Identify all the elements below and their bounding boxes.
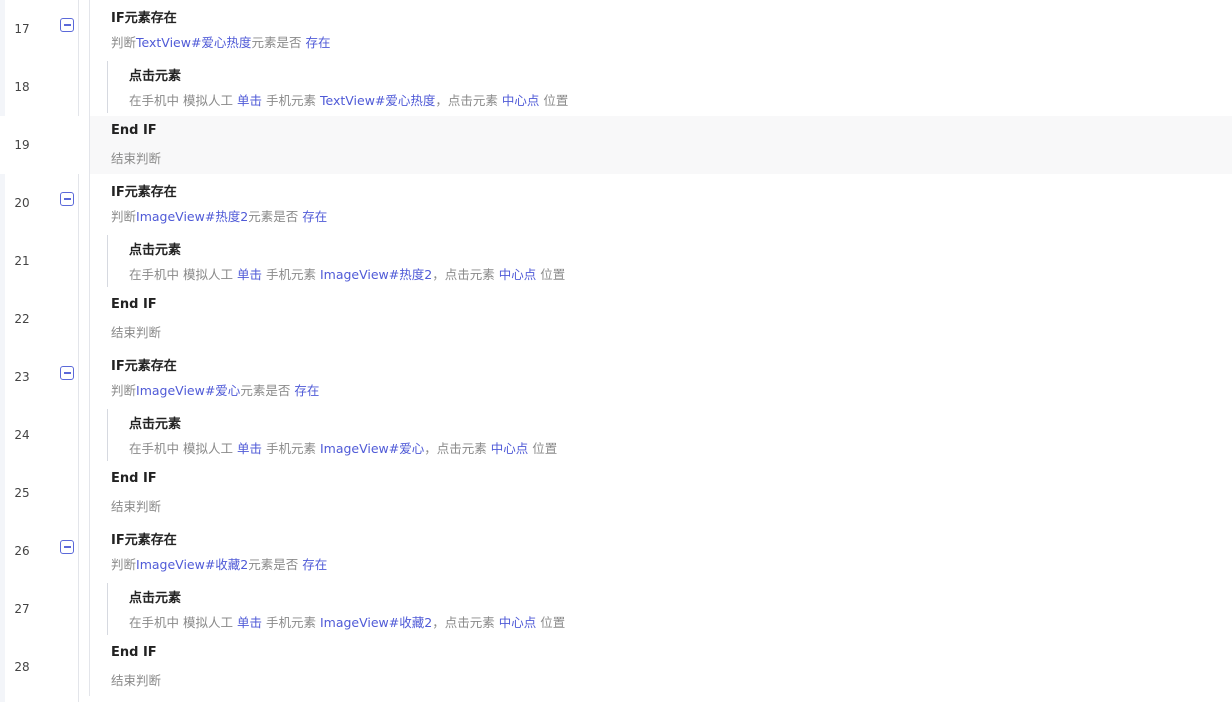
block-guide-line [89, 406, 90, 464]
collapse-toggle-icon[interactable] [60, 366, 74, 380]
step-row-endif[interactable]: 22 End IF 结束判断 [0, 290, 1232, 348]
step-title: IF元素存在 [111, 533, 177, 548]
step-title: End IF [111, 297, 157, 312]
step-row-if[interactable]: 17 IF元素存在 判断TextView#爱心热度元素是否 存在 [0, 0, 1232, 58]
step-row-endif[interactable]: 28 End IF 结束判断 [0, 638, 1232, 696]
step-description: 结束判断 [111, 151, 162, 166]
block-guide-line [89, 290, 90, 348]
step-description: 在手机中 模拟人工 单击 手机元素 ImageView#爱心，点击元素 中心点 … [129, 441, 558, 456]
step-description: 结束判断 [111, 325, 162, 340]
line-number: 22 [14, 312, 30, 326]
block-guide-line [89, 232, 90, 290]
step-title: End IF [111, 471, 157, 486]
step-title: IF元素存在 [111, 11, 177, 26]
step-description: 结束判断 [111, 673, 162, 688]
step-description: 判断ImageView#收藏2元素是否 存在 [111, 557, 328, 572]
step-description: 在手机中 模拟人工 单击 手机元素 ImageView#热度2，点击元素 中心点… [129, 267, 566, 282]
block-guide-line [89, 638, 90, 696]
step-title: 点击元素 [129, 69, 182, 84]
block-guide-line [89, 580, 90, 638]
step-description: 在手机中 模拟人工 单击 手机元素 TextView#爱心热度，点击元素 中心点… [129, 93, 569, 108]
line-number: 25 [14, 486, 30, 500]
step-row-click[interactable]: 27 点击元素 在手机中 模拟人工 单击 手机元素 ImageView#收藏2，… [0, 580, 1232, 638]
step-description: 判断TextView#爱心热度元素是否 存在 [111, 35, 331, 50]
line-number: 19 [14, 138, 30, 152]
step-title: 点击元素 [129, 243, 182, 258]
line-number: 17 [14, 22, 30, 36]
line-number: 27 [14, 602, 30, 616]
step-title: 点击元素 [129, 591, 182, 606]
line-number: 24 [14, 428, 30, 442]
step-description: 判断ImageView#热度2元素是否 存在 [111, 209, 328, 224]
line-number: 21 [14, 254, 30, 268]
step-row-endif[interactable]: 25 End IF 结束判断 [0, 464, 1232, 522]
step-title: End IF [111, 645, 157, 660]
step-title: IF元素存在 [111, 185, 177, 200]
step-row-if[interactable]: 26 IF元素存在 判断ImageView#收藏2元素是否 存在 [0, 522, 1232, 580]
step-title: IF元素存在 [111, 359, 177, 374]
collapse-toggle-icon[interactable] [60, 540, 74, 554]
line-number: 26 [14, 544, 30, 558]
step-title: 点击元素 [129, 417, 182, 432]
indent-guide-line [107, 583, 108, 635]
step-row-click[interactable]: 24 点击元素 在手机中 模拟人工 单击 手机元素 ImageView#爱心，点… [0, 406, 1232, 464]
collapse-toggle-icon[interactable] [60, 192, 74, 206]
step-row-click[interactable]: 21 点击元素 在手机中 模拟人工 单击 手机元素 ImageView#热度2，… [0, 232, 1232, 290]
block-guide-line [89, 522, 90, 580]
block-guide-line [89, 0, 90, 58]
indent-guide-line [107, 235, 108, 287]
block-guide-line [89, 174, 90, 232]
line-number: 28 [14, 660, 30, 674]
step-row-if[interactable]: 20 IF元素存在 判断ImageView#热度2元素是否 存在 [0, 174, 1232, 232]
step-description: 在手机中 模拟人工 单击 手机元素 ImageView#收藏2，点击元素 中心点… [129, 615, 566, 630]
collapse-toggle-icon[interactable] [60, 18, 74, 32]
block-guide-line [89, 348, 90, 406]
step-row-click[interactable]: 18 点击元素 在手机中 模拟人工 单击 手机元素 TextView#爱心热度，… [0, 58, 1232, 116]
block-guide-line [89, 464, 90, 522]
indent-guide-line [107, 61, 108, 113]
line-number: 18 [14, 80, 30, 94]
step-description: 结束判断 [111, 499, 162, 514]
step-description: 判断ImageView#爱心元素是否 存在 [111, 383, 320, 398]
block-guide-line [89, 116, 90, 174]
line-number: 20 [14, 196, 30, 210]
block-guide-line [89, 58, 90, 116]
step-row-if[interactable]: 23 IF元素存在 判断ImageView#爱心元素是否 存在 [0, 348, 1232, 406]
step-row-endif[interactable]: 19 End IF 结束判断 [0, 116, 1232, 174]
line-number: 23 [14, 370, 30, 384]
indent-guide-line [107, 409, 108, 461]
step-title: End IF [111, 123, 157, 138]
